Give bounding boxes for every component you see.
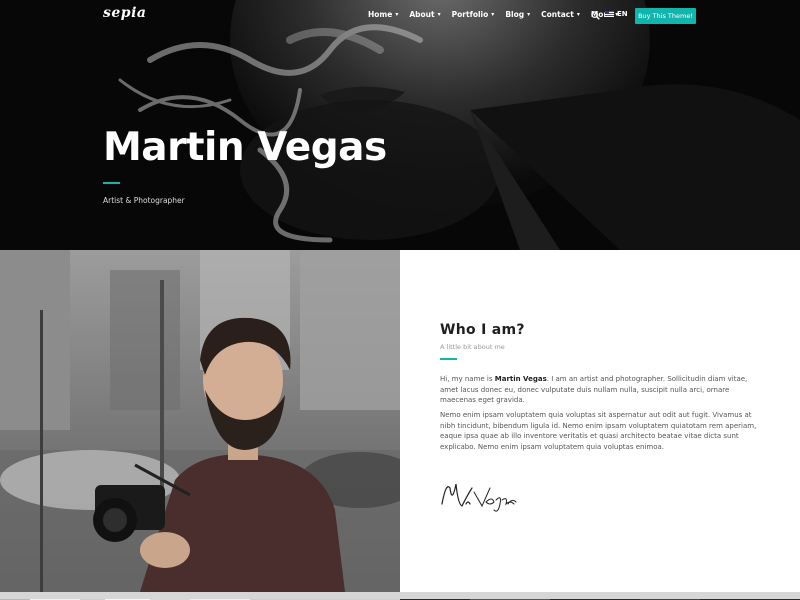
nav-item-blog[interactable]: Blog ▾ — [505, 10, 530, 19]
chevron-down-icon: ▾ — [491, 11, 495, 18]
nav-item-home[interactable]: Home ▾ — [368, 10, 398, 19]
about-section: Who I am? A little bit about me Hi, my n… — [400, 250, 800, 592]
portrait-photo — [0, 250, 400, 592]
nav-item-label: Contact — [541, 10, 574, 19]
top-navigation: sepia Home ▾ About ▾ Portfolio ▾ Blog ▾ … — [0, 0, 800, 32]
chevron-down-icon: ▾ — [576, 11, 580, 18]
next-section-preview — [0, 592, 800, 600]
search-icon[interactable] — [591, 11, 600, 20]
nav-item-about[interactable]: About ▾ — [409, 10, 440, 19]
buy-theme-button[interactable]: Buy This Theme! — [635, 8, 696, 24]
us-flag-icon — [605, 11, 614, 17]
hero-title: Martin Vegas — [103, 125, 387, 170]
handwritten-signature — [441, 483, 517, 512]
nav-item-label: About — [409, 10, 435, 19]
hero-banner: sepia Home ▾ About ▾ Portfolio ▾ Blog ▾ … — [0, 0, 800, 250]
photographer-portrait-image — [0, 250, 400, 592]
about-title: Who I am? — [440, 322, 525, 338]
nav-item-label: Home — [368, 10, 393, 19]
chevron-down-icon: ▾ — [437, 11, 441, 18]
nav-item-label: Portfolio — [451, 10, 489, 19]
nav-item-label: Blog — [505, 10, 525, 19]
intro-name: Martin Vegas — [494, 375, 547, 383]
intro-prefix: Hi, my name is — [440, 375, 495, 383]
about-paragraph-detail: Nemo enim ipsam voluptatem quia voluptas… — [440, 411, 757, 451]
chevron-down-icon: ▾ — [527, 11, 531, 18]
language-switcher[interactable]: EN — [605, 10, 628, 18]
about-accent-divider — [440, 358, 457, 360]
hero-subtitle: Artist & Photographer — [103, 196, 185, 205]
about-paragraph-intro: Hi, my name is Martin Vegas. I am an art… — [440, 374, 760, 406]
hero-accent-divider — [103, 182, 120, 184]
language-label: EN — [617, 10, 628, 18]
site-logo[interactable]: sepia — [103, 5, 146, 21]
about-subtitle: A little bit about me — [440, 343, 505, 351]
nav-item-contact[interactable]: Contact ▾ — [541, 10, 580, 19]
chevron-down-icon: ▾ — [395, 11, 399, 18]
nav-item-portfolio[interactable]: Portfolio ▾ — [452, 10, 495, 19]
